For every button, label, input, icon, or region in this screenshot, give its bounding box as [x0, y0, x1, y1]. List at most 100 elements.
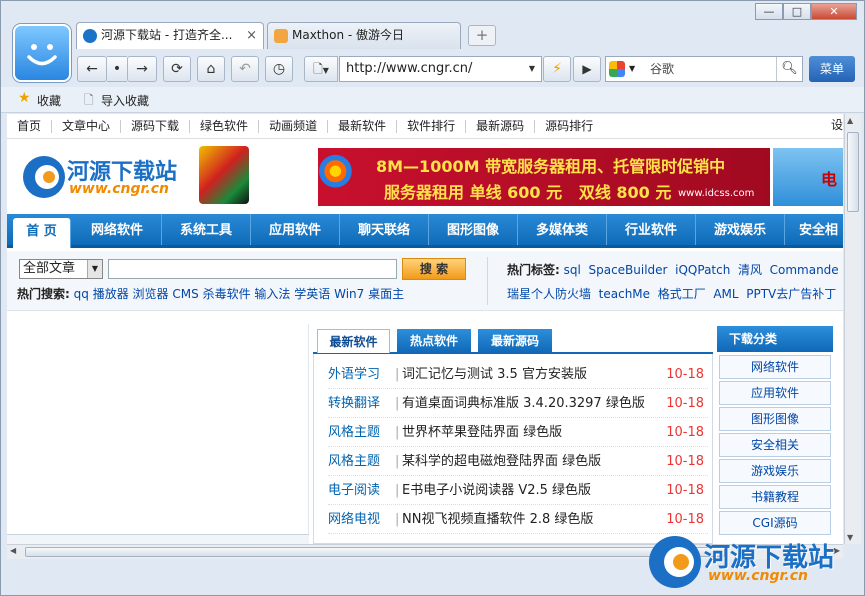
list-item-title[interactable]: 有道桌面词典标准版 3.4.20.3297 绿色版 [402, 389, 645, 418]
topnav-item[interactable]: 源码排行 [535, 120, 603, 133]
history-button[interactable]: ◷ [265, 56, 293, 82]
mainnav-item[interactable]: 聊天联络 [340, 214, 429, 245]
topnav-item[interactable]: 首页 [7, 120, 53, 133]
menu-button[interactable]: 菜单 [809, 56, 855, 82]
list-item-category[interactable]: 风格主题 [328, 447, 380, 476]
list-tab-source[interactable]: 最新源码 [478, 329, 552, 353]
site-search-button[interactable]: 搜 索 [402, 258, 466, 280]
list-item-title[interactable]: 世界杯苹果登陆界面 绿色版 [402, 418, 562, 447]
restore-button[interactable]: □ [783, 3, 811, 20]
vertical-scrollbar[interactable]: ▲ ▼ [844, 114, 861, 544]
mainnav-item-home[interactable]: 首 页 [13, 218, 71, 248]
category-link[interactable]: 安全相关 [719, 433, 831, 457]
hot-tag-link[interactable]: 瑞星个人防火墙 [507, 287, 591, 301]
chevron-down-icon[interactable]: ▼ [629, 57, 635, 81]
close-button[interactable]: ✕ [811, 3, 857, 20]
hot-search-link[interactable]: Win7 [334, 287, 364, 301]
minimize-button[interactable]: — [755, 3, 783, 20]
list-item-category[interactable]: 转换翻译 [328, 389, 380, 418]
topnav-item[interactable]: 动画频道 [259, 120, 329, 133]
hot-tag-link[interactable]: AML [713, 287, 738, 301]
back-button[interactable]: ← [77, 56, 107, 82]
nav-dropdown[interactable]: • [107, 56, 127, 82]
scroll-up-arrow-icon[interactable]: ▲ [847, 116, 853, 125]
hot-tag-link[interactable]: iQQPatch [675, 263, 730, 277]
ad-banner-side[interactable]: 电 [773, 148, 843, 206]
category-link[interactable]: 网络软件 [719, 355, 831, 379]
search-input[interactable]: 谷歌 [650, 57, 674, 81]
topnav-item[interactable]: 绿色软件 [190, 120, 260, 133]
hot-search-link[interactable]: 学英语 [294, 287, 330, 301]
ad-banner[interactable]: 8M—1000M 带宽服务器租用、托管限时促销中 服务器租用 单线 600 元 … [318, 148, 770, 206]
list-item[interactable]: 电子阅读 | E书电子小说阅读器 V2.5 绿色版 10-18 [328, 476, 708, 505]
list-item-category[interactable]: 风格主题 [328, 418, 380, 447]
hot-tag-link[interactable]: 格式工厂 [658, 287, 706, 301]
category-link[interactable]: 游戏娱乐 [719, 459, 831, 483]
address-dropdown-icon[interactable]: ▼ [529, 57, 535, 81]
category-link[interactable]: 图形图像 [719, 407, 831, 431]
list-item-title[interactable]: 词汇记忆与测试 3.5 官方安装版 [402, 360, 587, 389]
address-text[interactable]: http://www.cngr.cn/ [346, 57, 472, 81]
list-item[interactable]: 风格主题 | 世界杯苹果登陆界面 绿色版 10-18 [328, 418, 708, 447]
list-item-title[interactable]: 某科学的超电磁炮登陆界面 绿色版 [402, 447, 601, 476]
list-item[interactable]: 风格主题 | 某科学的超电磁炮登陆界面 绿色版 10-18 [328, 447, 708, 476]
mainnav-item[interactable]: 安全相 [785, 214, 843, 245]
list-item[interactable]: 转换翻译 | 有道桌面词典标准版 3.4.20.3297 绿色版 10-18 [328, 389, 708, 418]
topnav-item[interactable]: 源码下载 [121, 120, 191, 133]
home-button[interactable]: ⌂ [197, 56, 225, 82]
site-logo[interactable]: 河源下载站 www.cngr.cn [21, 146, 251, 204]
mainnav-item[interactable]: 图形图像 [429, 214, 518, 245]
scroll-left-arrow-icon[interactable]: ◀ [10, 546, 16, 555]
search-box[interactable]: ▼ 谷歌 🔍︎ [605, 56, 803, 82]
list-item[interactable]: 网络电视 | NN视飞视频直播软件 2.8 绿色版 10-18 [328, 505, 708, 534]
hot-search-link[interactable]: 输入法 [254, 287, 290, 301]
list-item-category[interactable]: 网络电视 [328, 505, 380, 534]
turbo-button[interactable]: ⚡ [543, 56, 571, 82]
forward-button[interactable]: → [127, 56, 157, 82]
hot-search-link[interactable]: 播放器 [93, 287, 129, 301]
topnav-item[interactable]: 软件排行 [397, 120, 467, 133]
topnav-item[interactable]: 最新源码 [466, 120, 536, 133]
mainnav-item[interactable]: 多媒体类 [518, 214, 607, 245]
search-engine-icon[interactable] [609, 61, 625, 77]
list-item-title[interactable]: E书电子小说阅读器 V2.5 绿色版 [402, 476, 591, 505]
topnav-item[interactable]: 文章中心 [52, 120, 122, 133]
scroll-thumb[interactable] [847, 132, 859, 212]
list-tab-hot[interactable]: 热点软件 [397, 329, 471, 353]
category-link[interactable]: 书籍教程 [719, 485, 831, 509]
import-bookmarks-button[interactable]: 导入收藏 [101, 92, 149, 109]
hot-tag-link[interactable]: SpaceBuilder [588, 263, 667, 277]
hot-tag-link[interactable]: teachMe [599, 287, 650, 301]
category-link[interactable]: 应用软件 [719, 381, 831, 405]
bookmarks-button[interactable]: 收藏 [37, 92, 61, 109]
mainnav-item[interactable]: 系统工具 [162, 214, 251, 245]
search-category-select[interactable]: 全部文章 ▼ [19, 259, 103, 279]
page-menu-button[interactable]: 🗋▼ [304, 56, 338, 82]
list-item-category[interactable]: 外语学习 [328, 360, 380, 389]
refresh-button[interactable]: ⟳ [163, 56, 191, 82]
hot-search-link[interactable]: CMS [172, 287, 198, 301]
hot-tag-link[interactable]: 清风 [738, 263, 762, 277]
hot-search-link[interactable]: 杀毒软件 [203, 287, 251, 301]
hot-search-link[interactable]: 浏览器 [133, 287, 169, 301]
maxthon-logo[interactable] [13, 24, 71, 82]
new-tab-button[interactable]: + [468, 25, 496, 46]
list-item-title[interactable]: NN视飞视频直播软件 2.8 绿色版 [402, 505, 593, 534]
search-icon[interactable]: 🔍︎ [776, 57, 802, 81]
list-item-category[interactable]: 电子阅读 [328, 476, 380, 505]
hot-tag-link[interactable]: sql [564, 263, 581, 277]
hot-search-link[interactable]: qq [74, 287, 89, 301]
topnav-item[interactable]: 最新软件 [328, 120, 398, 133]
go-button[interactable]: ▶ [573, 56, 601, 82]
web-viewport[interactable]: 首页 文章中心 源码下载 绿色软件 动画频道 最新软件 软件排行 最新源码 源码排行 设 河源下… [7, 114, 843, 544]
hot-tag-link[interactable]: PPTV去广告补丁 [746, 287, 836, 301]
list-item[interactable]: 外语学习 | 词汇记忆与测试 3.5 官方安装版 10-18 [328, 360, 708, 389]
hot-tag-link[interactable]: Commande [770, 263, 839, 277]
list-tab-latest[interactable]: 最新软件 [317, 329, 390, 353]
hot-search-link[interactable]: 桌面主 [368, 287, 404, 301]
undo-close-button[interactable]: ↶ [231, 56, 259, 82]
tab-maxthon[interactable]: Maxthon - 傲游今日 [267, 22, 461, 49]
mainnav-item[interactable]: 行业软件 [607, 214, 696, 245]
mainnav-item[interactable]: 网络软件 [73, 214, 162, 245]
tab-cngr[interactable]: 河源下载站 - 打造齐全... × [76, 22, 264, 49]
